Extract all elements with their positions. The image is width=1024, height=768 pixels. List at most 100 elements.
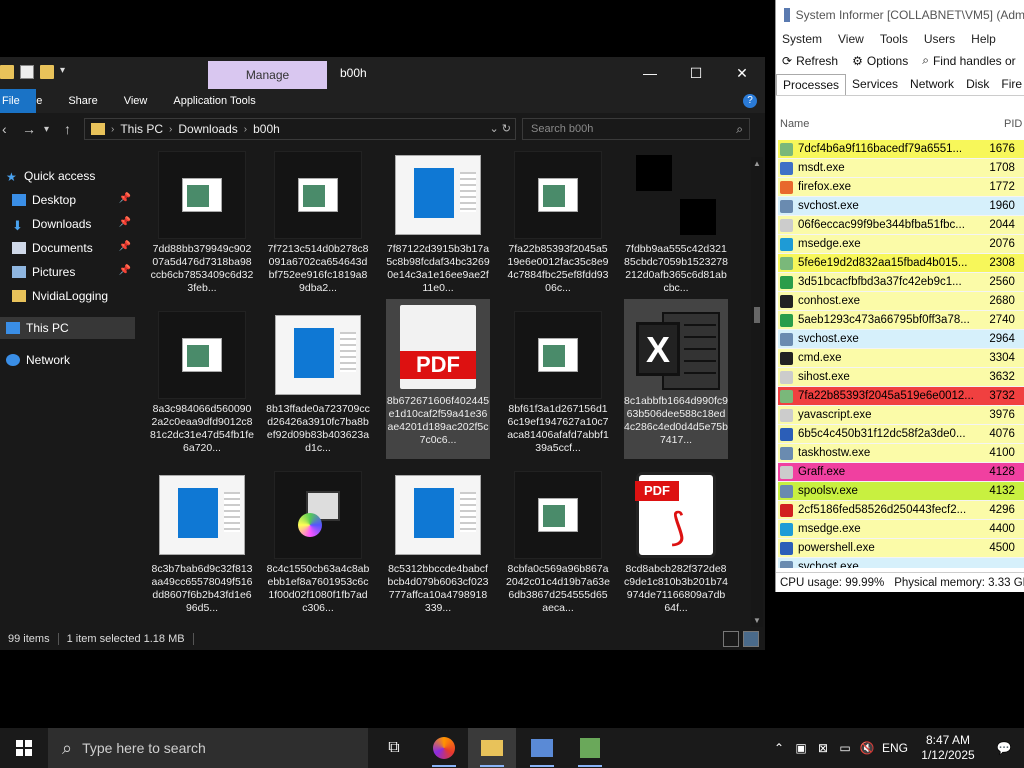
nav-downloads[interactable]: ⬇ Downloads 📌 [0,213,135,235]
process-row[interactable]: Graff.exe 4128 [778,463,1024,482]
breadcrumb-downloads[interactable]: Downloads [178,122,237,136]
find-handles-button[interactable]: ⌕ Find handles or [922,53,1015,68]
process-row[interactable]: 6b5c4c450b31f12dc58f2a3de0... 4076 [778,425,1024,444]
menu-users[interactable]: Users [924,32,955,46]
nav-network[interactable]: Network [0,349,135,371]
process-row[interactable]: 5aeb1293c473a66795bf0ff3a78... 2740 [778,311,1024,330]
process-row[interactable]: svchost.exe [778,558,1024,568]
manage-tab[interactable]: Manage [208,61,327,89]
network-icon[interactable]: ▭ [834,741,856,755]
tab-view[interactable]: View [111,89,161,113]
menu-help[interactable]: Help [971,32,996,46]
forward-arrow-icon[interactable]: → [22,121,36,137]
minimize-button[interactable]: — [627,57,673,89]
tab-file[interactable]: File [0,89,36,113]
process-row[interactable]: taskhostw.exe 4100 [778,444,1024,463]
tab-firewall[interactable]: Fire [995,74,1024,95]
qat-dropdown-icon[interactable]: ▾ [60,65,68,79]
taskbar-file-explorer[interactable] [468,728,516,768]
breadcrumb-this-pc[interactable]: This PC [120,122,163,136]
process-row[interactable]: 06f6eccac99f9be344bfba51fbc... 2044 [778,216,1024,235]
language-indicator[interactable]: ENG [878,741,912,755]
file-item[interactable]: 7f87122d3915b3b17a5c8b98fcdaf34bc32690e1… [386,147,490,307]
tab-processes[interactable]: Processes [776,74,847,95]
close-button[interactable]: ✕ [719,57,765,89]
process-row[interactable]: msedge.exe 2076 [778,235,1024,254]
explorer-titlebar[interactable]: ▾ Manage b00h — ☐ ✕ [0,57,765,89]
process-row[interactable]: cmd.exe 3304 [778,349,1024,368]
file-item-selected[interactable]: PDF 8b672671606f402445e1d10caf2f59a41e36… [386,299,490,459]
file-item[interactable]: 8c3b7bab6d9c32f813aa49cc65578049f516dd86… [150,467,254,625]
process-row[interactable]: svchost.exe 2964 [778,330,1024,349]
file-item[interactable]: 7dd88bb379949c90207a5d476d7318ba98ccb6cb… [150,147,254,307]
process-row[interactable]: msedge.exe 4400 [778,520,1024,539]
show-hidden-icons-chevron-icon[interactable]: ⌃ [768,741,790,755]
tab-disk[interactable]: Disk [960,74,995,95]
search-input[interactable]: Search b00h ⌕ [522,118,750,140]
tray-app-icon[interactable]: ⊠ [812,741,834,755]
file-item[interactable]: 8c4c1550cb63a4c8abebb1ef8a7601953c6c1f00… [266,467,370,625]
help-icon[interactable]: ? [743,94,757,108]
back-arrow-icon[interactable]: ‹ [2,121,7,137]
nav-this-pc[interactable]: This PC [0,317,135,339]
file-item[interactable]: 8bf61f3a1d267156d16c19ef1947627a10c7aca8… [506,307,610,467]
notifications-icon[interactable]: 💬 [984,741,1024,755]
options-button[interactable]: ⚙ Options [852,54,908,68]
tab-share[interactable]: Share [55,89,110,113]
address-bar[interactable]: › This PC › Downloads › b00h ⌄ ↻ [84,118,516,140]
file-item[interactable]: 7f7213c514d0b278c8091a6702ca654643dbf752… [266,147,370,307]
file-item[interactable]: X 8c1abbfb1664d990fc963b506dee588c18ed4c… [624,299,728,459]
scrollbar-thumb[interactable] [754,307,760,323]
file-item[interactable]: 8b13ffade0a723709ccd26426a3910fc7ba8bef9… [266,307,370,467]
maximize-button[interactable]: ☐ [673,57,719,89]
large-icons-view-icon[interactable] [743,631,759,647]
file-item[interactable]: 8c5312bbccde4babcfbcb4d079b6063cf023777a… [386,467,490,625]
system-informer-titlebar[interactable]: System Informer [COLLABNET\VM5] (Adm [776,0,1024,30]
tab-services[interactable]: Services [846,74,904,95]
breadcrumb-b00h[interactable]: b00h [253,122,280,136]
nav-quick-access[interactable]: ★ Quick access [0,165,135,187]
new-folder-icon[interactable] [40,65,54,79]
scroll-down-icon[interactable]: ▼ [753,616,761,625]
file-item[interactable]: 7fdbb9aa555c42d32185cbdc7059b1523278212d… [624,147,728,307]
process-row[interactable]: 2cf5186fed58526d250443fecf2... 4296 [778,501,1024,520]
taskbar-system-informer[interactable] [566,728,614,768]
nav-desktop[interactable]: Desktop 📌 [0,189,135,211]
recent-dropdown-icon[interactable]: ▾ [44,124,49,135]
process-row[interactable]: yavascript.exe 3976 [778,406,1024,425]
up-arrow-icon[interactable]: ↑ [64,121,71,137]
process-row[interactable]: sihost.exe 3632 [778,368,1024,387]
process-row[interactable]: spoolsv.exe 4132 [778,482,1024,501]
process-row[interactable]: 5fe6e19d2d832aa15fbad4b015... 2308 [778,254,1024,273]
tab-application-tools[interactable]: Application Tools [160,89,268,113]
tray-app-icon[interactable]: ▣ [790,741,812,755]
nav-pictures[interactable]: Pictures 📌 [0,261,135,283]
menu-view[interactable]: View [838,32,864,46]
file-item[interactable]: PDF ⟆ 8cd8abcb282f372de8c9de1c810b3b201b7… [624,467,728,625]
process-row[interactable]: conhost.exe 2680 [778,292,1024,311]
column-name[interactable]: Name [776,118,1002,138]
properties-icon[interactable] [20,65,34,79]
task-view-button[interactable]: ⧉ [370,728,418,768]
nav-documents[interactable]: Documents 📌 [0,237,135,259]
process-row[interactable]: firefox.exe 1772 [778,178,1024,197]
details-view-icon[interactable] [723,631,739,647]
refresh-icon[interactable]: ⌄ ↻ [490,122,512,135]
process-row[interactable]: 7fa22b85393f2045a519e6e0012... 3732 [778,387,1024,406]
taskbar-network-app[interactable] [518,728,566,768]
start-button[interactable] [0,728,48,768]
vertical-scrollbar[interactable]: ▲ ▼ [751,157,763,627]
taskbar-search-box[interactable]: ⌕ Type here to search [48,728,368,768]
volume-muted-icon[interactable]: 🔇 [856,741,878,755]
tab-network[interactable]: Network [904,74,960,95]
refresh-button[interactable]: ⟳ Refresh [782,54,838,68]
file-item[interactable]: 8cbfa0c569a96b867a2042c01c4d19b7a63e6db3… [506,467,610,625]
process-row[interactable]: 7dcf4b6a9f116bacedf79a6551... 1676 [778,140,1024,159]
column-pid[interactable]: PID [1002,118,1022,138]
nav-nvidialogging[interactable]: NvidiaLogging [0,285,135,307]
file-item[interactable]: 8a3c984066d5600902a2c0eaa9dfd9012c881c2d… [150,307,254,467]
menu-tools[interactable]: Tools [880,32,908,46]
menu-system[interactable]: System [782,32,822,46]
process-row[interactable]: svchost.exe 1960 [778,197,1024,216]
process-row[interactable]: powershell.exe 4500 [778,539,1024,558]
